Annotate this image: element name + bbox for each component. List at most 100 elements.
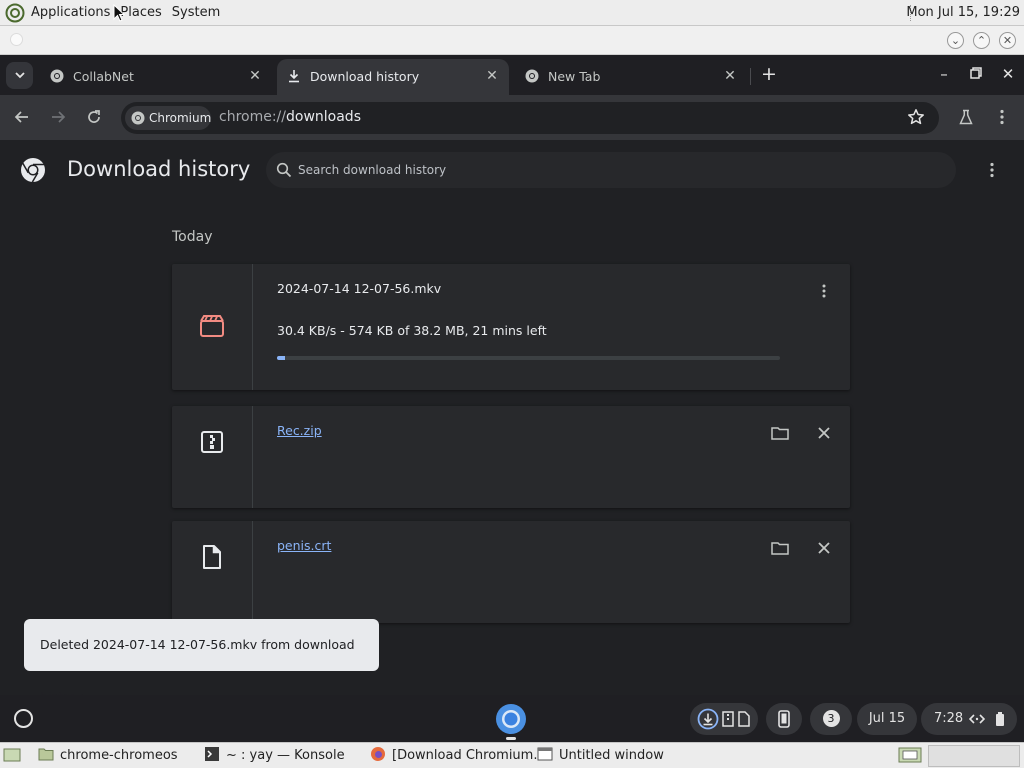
workspace-switcher-icon[interactable] [898,747,922,763]
window-minimize-button[interactable]: ⌄ [947,32,964,49]
taskbar-label: Untitled window [559,748,664,763]
reload-button[interactable] [84,107,104,127]
places-menu[interactable]: Places [120,5,161,20]
minimize-button[interactable]: – [934,64,954,84]
chrome-icon [50,69,64,83]
bookmark-star-icon[interactable] [907,108,925,126]
workspace-pager[interactable] [928,745,1020,767]
window-maximize-button[interactable]: ⌃ [973,32,990,49]
tab-search-button[interactable] [6,62,33,89]
zip-file-icon [201,431,223,453]
url-scheme: chrome:// [219,109,286,125]
tab-close-button[interactable]: ✕ [246,67,264,85]
download-progress-icon [697,708,719,730]
applications-menu[interactable]: Applications [31,5,110,20]
notification-badge[interactable]: 3 [810,703,852,735]
show-in-folder-button[interactable] [768,421,792,445]
close-icon [818,542,830,554]
page-menu-button[interactable] [982,160,1002,180]
browser-toolbar: Chromium chrome://downloads [0,95,1024,140]
app-running-indicator [506,737,516,740]
remove-download-button[interactable] [812,536,836,560]
tab-divider [750,68,751,85]
search-icon [276,162,292,178]
tab-new-tab[interactable]: New Tab ✕ [515,59,751,95]
site-info-chip[interactable]: Chromium [125,106,211,130]
taskbar-item-untitled-window[interactable]: Untitled window [537,743,664,768]
download-status: 30.4 KB/s - 574 KB of 38.2 MB, 21 mins l… [277,323,547,338]
forward-button[interactable] [48,107,68,127]
arrow-left-icon [14,111,28,123]
reload-icon [88,110,100,123]
download-more-button[interactable] [812,279,836,303]
remove-download-button[interactable] [812,421,836,445]
download-icon [289,70,299,83]
system-clock[interactable]: Mon Jul 15, 19:29 [906,5,1020,20]
download-filename-link[interactable]: Rec.zip [277,423,322,438]
phone-hub-button[interactable] [766,703,802,735]
shelf-chrome-app[interactable] [495,703,527,740]
show-desktop-icon[interactable] [3,747,21,763]
show-in-folder-button[interactable] [768,536,792,560]
url-text[interactable]: chrome://downloads [219,109,361,125]
tab-title: Download history [310,69,420,84]
arrow-right-icon [52,111,66,123]
window-close-button[interactable]: ✕ [999,32,1016,49]
file-icon [738,711,750,727]
browser-menu-button[interactable] [992,107,1012,127]
firefox-icon [371,747,385,761]
restore-button[interactable] [966,64,986,84]
taskbar-item-firefox[interactable]: [Download Chromium... [370,743,546,768]
labs-button[interactable] [956,107,976,127]
search-box[interactable] [266,152,956,188]
close-window-button[interactable]: ✕ [998,64,1018,84]
downloads-page: Download history Today 2024-07-14 12-07-… [0,140,1024,695]
chevron-down-icon [14,72,25,79]
download-icon-column [172,521,253,623]
taskbar-item-konsole[interactable]: ~ : yay — Konsole [204,743,345,768]
search-input[interactable] [298,161,898,179]
download-filename-link[interactable]: penis.crt [277,538,331,553]
system-top-panel: Applications Places System Mon Jul 15, 1… [0,0,1024,26]
tab-title: New Tab [548,69,601,84]
window-menu-dot[interactable] [10,33,23,46]
folder-icon [771,542,789,555]
date-section-header: Today [172,229,213,245]
address-bar[interactable]: Chromium chrome://downloads [121,102,939,134]
shelf-time: 7:28 [934,711,964,726]
taskbar-label: [Download Chromium... [392,748,546,763]
tab-collabnet[interactable]: CollabNet ✕ [40,59,272,95]
file-icon [203,545,221,569]
download-item: 2024-07-14 12-07-56.mkv 30.4 KB/s - 574 … [172,264,850,390]
more-vert-icon [990,162,994,178]
window-titlebar: ⌄ ⌃ ✕ [0,26,1024,55]
tab-close-button[interactable]: ✕ [483,67,501,85]
status-area[interactable]: 7:28 [921,703,1017,735]
download-icon-column [172,264,253,390]
page-title: Download history [67,157,251,181]
chromium-icon [131,111,145,125]
network-icon [969,714,985,724]
taskbar-item-file-manager[interactable]: chrome-chromeos [38,743,178,768]
tab-download-history[interactable]: Download history ✕ [277,59,509,95]
mate-logo-icon[interactable] [5,3,25,23]
tab-close-button[interactable]: ✕ [721,67,739,85]
new-tab-button[interactable]: + [759,64,779,84]
holding-space-tray[interactable] [690,703,758,735]
more-vert-icon [822,284,826,298]
bottom-taskbar: chrome-chromeos ~ : yay — Konsole [Downl… [0,742,1024,768]
battery-icon [996,712,1004,726]
flask-icon [959,109,973,125]
phone-icon [778,710,790,728]
chrome-icon [525,69,539,83]
folder-icon [38,748,54,761]
chromeos-shelf: 3 Jul 15 7:28 [0,695,1024,742]
window-icon [537,747,553,761]
system-menu[interactable]: System [172,5,220,20]
date-tray[interactable]: Jul 15 [857,703,917,735]
download-filename: 2024-07-14 12-07-56.mkv [277,281,442,296]
toast-notification: Deleted 2024-07-14 12-07-56.mkv from dow… [24,619,379,704]
back-button[interactable] [12,107,32,127]
chromium-logo-icon [21,158,45,183]
launcher-button[interactable] [14,709,33,728]
